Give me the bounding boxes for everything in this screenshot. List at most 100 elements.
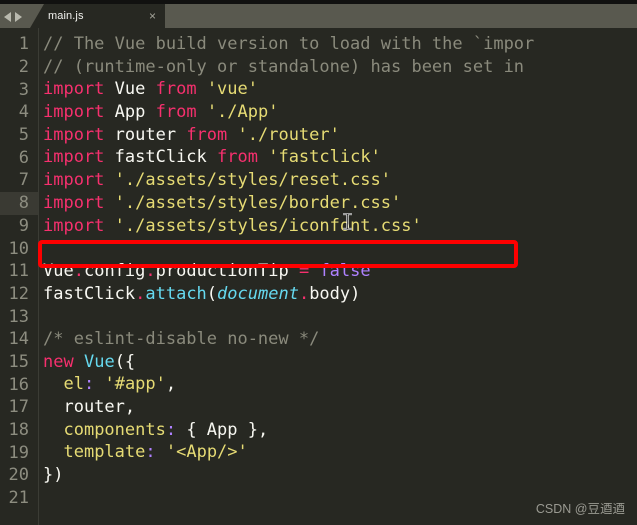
code-token: import — [43, 170, 105, 191]
code-line[interactable]: 2 // (runtime-only or standalone) has bee… — [0, 56, 637, 79]
code-text[interactable]: template: '<App/>' — [38, 441, 637, 464]
code-token: import — [43, 192, 105, 213]
code-text[interactable]: }) — [38, 464, 637, 487]
code-text[interactable]: // The Vue build version to load with th… — [38, 33, 637, 56]
tab-main-js[interactable]: main.js × — [30, 4, 165, 28]
code-token: . — [145, 260, 156, 281]
code-token: './assets/styles/reset.css' — [114, 170, 392, 191]
code-editor-window: main.js × 1 // The Vue build version to l… — [0, 0, 637, 525]
code-token: : — [165, 419, 177, 440]
code-token: '<App/>' — [165, 442, 248, 463]
code-line[interactable]: 14 /* eslint-disable no-new */ — [0, 328, 637, 351]
line-number: 17 — [8, 397, 29, 418]
code-text[interactable]: /* eslint-disable no-new */ — [38, 328, 637, 351]
code-line[interactable]: 1 // The Vue build version to load with t… — [0, 33, 637, 56]
code-line[interactable]: 3 import Vue from 'vue' — [0, 78, 637, 101]
line-number: 15 — [8, 351, 29, 372]
code-token: template — [63, 442, 146, 463]
tab-bar: main.js × — [0, 0, 637, 28]
close-icon[interactable]: × — [135, 10, 156, 22]
line-number: 2 — [18, 57, 29, 78]
triangle-left-icon[interactable] — [4, 12, 11, 22]
code-text[interactable]: import './assets/styles/reset.css' — [38, 169, 637, 192]
line-number: 1 — [18, 34, 29, 55]
code-token: ( — [206, 283, 218, 304]
code-text[interactable]: import './assets/styles/iconfont.css' — [38, 215, 637, 238]
code-line[interactable]: 4 import App from './App' — [0, 101, 637, 124]
code-line[interactable]: 10 — [0, 237, 637, 260]
code-line[interactable]: 9 import './assets/styles/iconfont.css' — [0, 215, 637, 238]
code-text[interactable]: fastClick.attach(document.body) — [38, 283, 637, 306]
code-token: Vue — [43, 260, 74, 281]
tab-bar-top-strip — [0, 0, 637, 4]
code-token: ({ — [114, 351, 136, 372]
code-token: './assets/styles/border.css' — [114, 192, 402, 213]
editor-area[interactable]: 1 // The Vue build version to load with t… — [0, 28, 637, 525]
code-token: . — [73, 260, 84, 281]
code-token: config — [83, 260, 146, 281]
code-token: router, — [43, 397, 136, 417]
code-text[interactable]: el: '#app', — [38, 373, 637, 396]
code-token: body) — [309, 283, 361, 304]
code-token: from — [186, 124, 228, 145]
code-text[interactable]: import Vue from 'vue' — [38, 78, 637, 101]
code-text[interactable]: components: { App }, — [38, 419, 637, 442]
code-line[interactable]: 7 import './assets/styles/reset.css' — [0, 169, 637, 192]
code-line[interactable]: 6 import fastClick from 'fastclick' — [0, 146, 637, 169]
code-line[interactable]: 18 components: { App }, — [0, 419, 637, 442]
line-number: 9 — [18, 215, 29, 236]
code-text[interactable]: import router from './router' — [38, 124, 637, 147]
code-line[interactable]: 12 fastClick.attach(document.body) — [0, 283, 637, 306]
code-text[interactable]: new Vue({ — [38, 351, 637, 374]
code-token: productionTip — [155, 260, 299, 281]
tab-label: main.js — [48, 10, 84, 22]
line-number: 3 — [18, 79, 29, 100]
code-line[interactable]: 11 Vue.config.productionTip = false — [0, 260, 637, 283]
code-token: router — [104, 124, 187, 145]
code-token: // The Vue build version to load with th… — [43, 34, 535, 54]
code-line[interactable]: 19 template: '<App/>' — [0, 441, 637, 464]
code-text[interactable]: // (runtime-only or standalone) has been… — [38, 56, 637, 79]
code-text[interactable]: import './assets/styles/border.css' — [38, 192, 637, 215]
code-line[interactable]: 15 new Vue({ — [0, 351, 637, 374]
code-token: './router' — [237, 124, 340, 145]
triangle-right-icon[interactable] — [15, 12, 22, 22]
code-token: }) — [43, 465, 64, 486]
code-line[interactable]: 8 import './assets/styles/border.css' — [0, 191, 637, 215]
code-text[interactable]: Vue.config.productionTip = false — [38, 260, 637, 283]
line-number: 14 — [8, 329, 29, 350]
code-line[interactable]: 5 import router from './router' — [0, 124, 637, 147]
line-number: 10 — [8, 238, 29, 259]
line-number: 20 — [8, 465, 29, 486]
code-token: new — [43, 351, 74, 372]
line-number: 21 — [8, 488, 29, 509]
code-token: import — [43, 147, 105, 168]
code-token: 'vue' — [206, 79, 258, 100]
code-line[interactable]: 20}) — [0, 464, 637, 487]
line-number: 6 — [18, 147, 29, 168]
code-text[interactable]: import App from './App' — [38, 101, 637, 124]
code-line-list: 1 // The Vue build version to load with t… — [0, 33, 637, 509]
line-number: 13 — [8, 306, 29, 327]
line-number: 12 — [8, 283, 29, 304]
code-token: Vue — [104, 79, 156, 100]
code-token: import — [43, 215, 105, 236]
code-token: el — [63, 374, 84, 395]
code-line[interactable]: 17 router, — [0, 396, 637, 419]
code-token: , — [165, 374, 177, 395]
code-line[interactable]: 13 — [0, 305, 637, 328]
line-number: 4 — [18, 102, 29, 123]
code-token: from — [155, 102, 197, 123]
code-token: App — [104, 102, 156, 123]
line-number: 8 — [0, 191, 38, 215]
code-text[interactable]: import fastClick from 'fastclick' — [38, 146, 637, 169]
code-token: from — [217, 147, 258, 168]
code-token: import — [43, 102, 105, 123]
code-text[interactable]: router, — [38, 396, 637, 419]
code-line[interactable]: 16 el: '#app', — [0, 373, 637, 396]
